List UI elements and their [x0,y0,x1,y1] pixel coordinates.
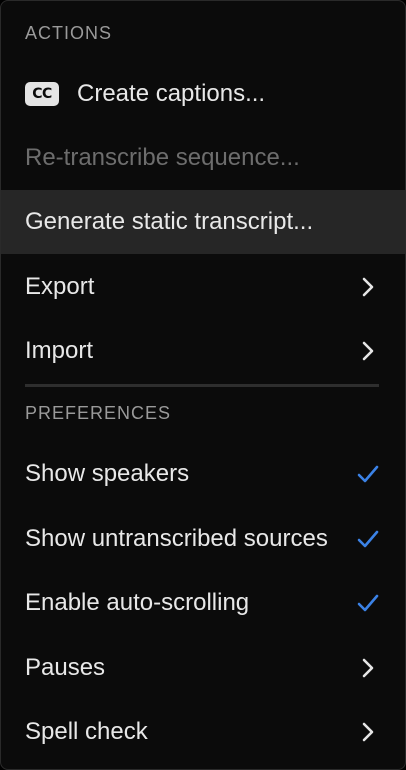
checkmark-icon [357,592,379,614]
preferences-section-header: PREFERENCES [25,403,172,423]
chevron-right-icon [357,340,379,362]
checkmark-icon [357,463,379,485]
pauses-menu-item[interactable]: Pauses [1,636,405,700]
show-untranscribed-sources-menu-item[interactable]: Show untranscribed sources [1,507,405,571]
re-transcribe-sequence-menu-item: Re-transcribe sequence... [1,126,405,190]
import-label: Import [25,337,94,364]
spell-check-menu-item[interactable]: Spell check [1,700,405,764]
show-speakers-menu-item[interactable]: Show speakers [1,442,405,506]
chevron-right-icon [357,721,379,743]
export-label: Export [25,273,95,300]
cc-icon: CC [25,82,59,106]
import-menu-item[interactable]: Import [1,319,405,383]
section-divider [25,384,379,387]
export-menu-item[interactable]: Export [1,255,405,319]
re-transcribe-sequence-label: Re-transcribe sequence... [25,144,300,171]
checkmark-icon [357,528,379,550]
enable-auto-scrolling-label: Enable auto-scrolling [25,589,250,616]
enable-auto-scrolling-menu-item[interactable]: Enable auto-scrolling [1,571,405,635]
show-speakers-label: Show speakers [25,460,190,487]
generate-static-transcript-menu-item[interactable]: Generate static transcript... [1,190,405,254]
spell-check-label: Spell check [25,718,148,745]
create-captions-label: Create captions... [77,80,266,107]
create-captions-menu-item[interactable]: CC Create captions... [1,62,405,126]
chevron-right-icon [357,657,379,679]
transcript-options-menu: ACTIONS CC Create captions... Re-transcr… [0,0,406,770]
chevron-right-icon [357,276,379,298]
pauses-label: Pauses [25,654,106,681]
generate-static-transcript-label: Generate static transcript... [25,208,314,235]
actions-section-header: ACTIONS [25,23,113,43]
show-untranscribed-sources-label: Show untranscribed sources [25,525,328,552]
